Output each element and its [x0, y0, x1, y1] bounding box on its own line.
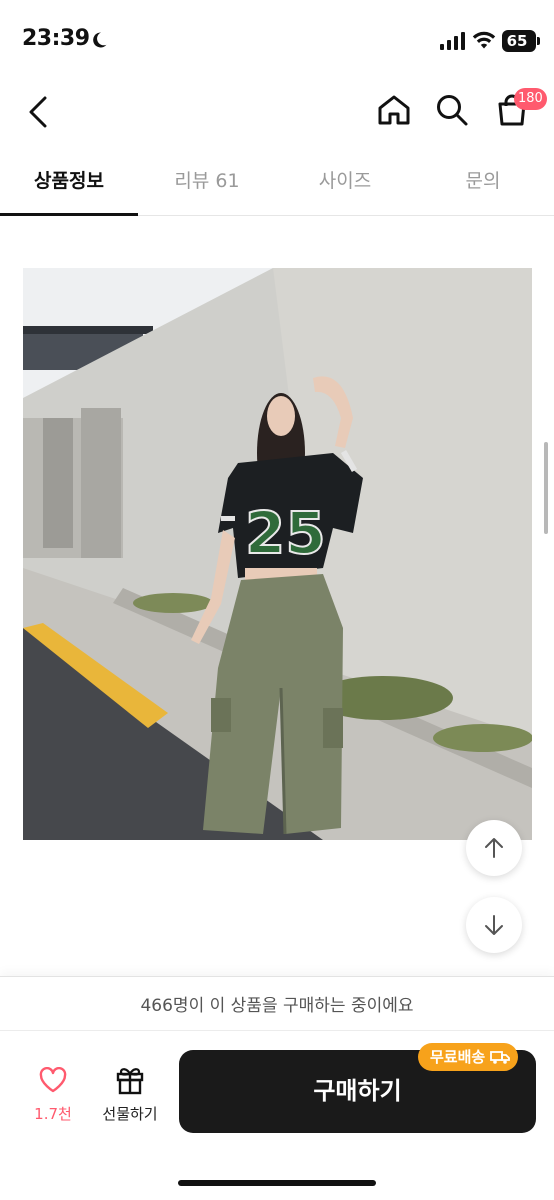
search-button[interactable] — [432, 88, 472, 132]
svg-text:25: 25 — [245, 499, 326, 567]
product-photo: 25 — [23, 268, 532, 840]
back-button[interactable] — [18, 90, 58, 134]
gift-icon — [116, 1068, 144, 1095]
scrollbar[interactable] — [544, 442, 548, 534]
battery-level: 65 — [506, 32, 528, 50]
like-count: 1.7천 — [34, 1105, 72, 1123]
free-shipping-badge: 무료배송 — [418, 1043, 519, 1071]
top-nav — [0, 80, 554, 144]
back-arrow-icon — [29, 96, 47, 128]
heart-icon — [39, 1067, 67, 1093]
gift-label: 선물하기 — [102, 1105, 158, 1123]
battery-cap — [537, 37, 540, 45]
status-time: 23:39 — [22, 26, 90, 51]
tab-reviews[interactable]: 리뷰 61 — [138, 150, 276, 216]
arrow-up-icon — [485, 838, 503, 858]
buying-now-text: 466명이 이 상품을 구매하는 중이에요 — [0, 977, 554, 1031]
wifi-icon — [472, 30, 496, 54]
home-icon — [378, 95, 410, 125]
truck-icon — [490, 1051, 511, 1064]
cart-count-badge: 180 — [514, 88, 547, 110]
free-shipping-label: 무료배송 — [430, 1048, 486, 1066]
battery-icon: 65 — [502, 30, 536, 52]
arrow-down-icon — [485, 915, 503, 935]
tab-size[interactable]: 사이즈 — [276, 150, 414, 216]
signal-icon — [440, 32, 466, 54]
home-button[interactable] — [374, 88, 414, 132]
scroll-down-button[interactable] — [466, 897, 522, 953]
search-icon — [437, 95, 468, 126]
tab-bar: 상품정보 리뷰 61 사이즈 문의 — [0, 150, 554, 216]
tab-product-info[interactable]: 상품정보 — [0, 150, 138, 216]
home-indicator — [178, 1180, 376, 1186]
purchase-panel: 466명이 이 상품을 구매하는 중이에요 1.7천 선물하기 구매하기 무료배… — [0, 976, 554, 1200]
gift-button[interactable]: 선물하기 — [96, 1063, 164, 1127]
tab-inquiry[interactable]: 문의 — [414, 150, 552, 216]
status-bar: 23:39 65 — [0, 0, 554, 80]
scroll-to-top-button[interactable] — [466, 820, 522, 876]
active-tab-indicator — [0, 213, 138, 216]
like-button[interactable]: 1.7천 — [22, 1065, 84, 1129]
moon-icon — [90, 31, 108, 49]
